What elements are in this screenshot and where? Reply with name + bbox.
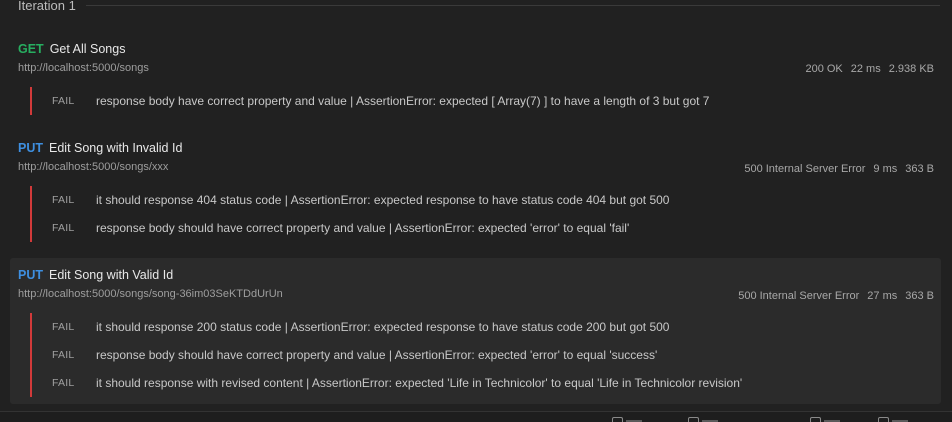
test-status: FAIL bbox=[52, 222, 75, 234]
method-badge: GET bbox=[18, 42, 44, 56]
response-size: 363 B bbox=[905, 290, 934, 302]
request-edit-song-valid-id[interactable]: PUT Edit Song with Valid Id http://localh… bbox=[10, 258, 941, 404]
test-result-row: FAIL it should response 200 status code … bbox=[32, 313, 742, 341]
iteration-header: Iteration 1 bbox=[18, 0, 940, 16]
response-stats: 500 Internal Server Error 27 ms 363 B bbox=[730, 290, 934, 302]
response-status: 500 Internal Server Error bbox=[738, 290, 860, 302]
test-status: FAIL bbox=[52, 95, 75, 107]
test-results: FAIL it should response 200 status code … bbox=[30, 313, 742, 397]
test-results: FAIL response body have correct property… bbox=[30, 87, 709, 115]
response-stats: 200 OK 22 ms 2.938 KB bbox=[797, 63, 934, 75]
response-time: 22 ms bbox=[850, 63, 881, 75]
method-badge: PUT bbox=[18, 141, 43, 155]
request-url: http://localhost:5000/songs/xxx bbox=[18, 161, 169, 173]
request-url: http://localhost:5000/songs bbox=[18, 62, 149, 74]
iteration-title: Iteration 1 bbox=[18, 0, 76, 13]
test-status: FAIL bbox=[52, 349, 75, 361]
method-badge: PUT bbox=[18, 268, 43, 282]
response-status: 200 OK bbox=[805, 63, 843, 75]
status-bar bbox=[0, 411, 952, 422]
response-size: 2.938 KB bbox=[888, 63, 934, 75]
request-header: GET Get All Songs bbox=[18, 42, 125, 56]
status-bar-item[interactable] bbox=[810, 417, 840, 422]
request-url: http://localhost:5000/songs/song-36im03S… bbox=[18, 288, 283, 300]
request-name[interactable]: Get All Songs bbox=[50, 42, 126, 56]
request-header: PUT Edit Song with Invalid Id bbox=[18, 141, 182, 155]
test-message: response body have correct property and … bbox=[96, 94, 710, 108]
response-time: 27 ms bbox=[867, 290, 898, 302]
cookie-icon bbox=[612, 417, 623, 422]
runner-icon bbox=[810, 417, 821, 422]
test-result-row: FAIL it should response with revised con… bbox=[32, 369, 742, 397]
status-bar-item[interactable] bbox=[688, 417, 718, 422]
test-result-row: FAIL response body should have correct p… bbox=[32, 214, 669, 242]
status-bar-item[interactable] bbox=[878, 417, 908, 422]
status-bar-item[interactable] bbox=[612, 417, 642, 422]
request-name[interactable]: Edit Song with Invalid Id bbox=[49, 141, 182, 155]
test-status: FAIL bbox=[52, 194, 75, 206]
trash-icon bbox=[878, 417, 889, 422]
test-message: response body should have correct proper… bbox=[96, 348, 658, 362]
request-header: PUT Edit Song with Valid Id bbox=[18, 268, 173, 282]
request-edit-song-invalid-id[interactable]: PUT Edit Song with Invalid Id http://loca… bbox=[10, 135, 941, 247]
capture-icon bbox=[688, 417, 699, 422]
response-status: 500 Internal Server Error bbox=[744, 163, 866, 175]
request-get-all-songs[interactable]: GET Get All Songs http://localhost:5000/s… bbox=[10, 36, 941, 122]
test-message: it should response 404 status code | Ass… bbox=[96, 193, 670, 207]
divider bbox=[85, 4, 940, 6]
test-message: it should response 200 status code | Ass… bbox=[96, 320, 670, 334]
test-status: FAIL bbox=[52, 321, 75, 333]
test-message: response body should have correct proper… bbox=[96, 221, 630, 235]
test-results: FAIL it should response 404 status code … bbox=[30, 186, 669, 242]
test-result-row: FAIL response body should have correct p… bbox=[32, 341, 742, 369]
response-size: 363 B bbox=[905, 163, 934, 175]
test-status: FAIL bbox=[52, 377, 75, 389]
request-name[interactable]: Edit Song with Valid Id bbox=[49, 268, 173, 282]
response-stats: 500 Internal Server Error 9 ms 363 B bbox=[736, 163, 934, 175]
response-time: 9 ms bbox=[873, 163, 898, 175]
run-results-panel: Iteration 1 GET Get All Songs http://loca… bbox=[0, 0, 952, 422]
test-result-row: FAIL response body have correct property… bbox=[32, 87, 709, 115]
test-message: it should response with revised content … bbox=[96, 376, 743, 390]
test-result-row: FAIL it should response 404 status code … bbox=[32, 186, 669, 214]
